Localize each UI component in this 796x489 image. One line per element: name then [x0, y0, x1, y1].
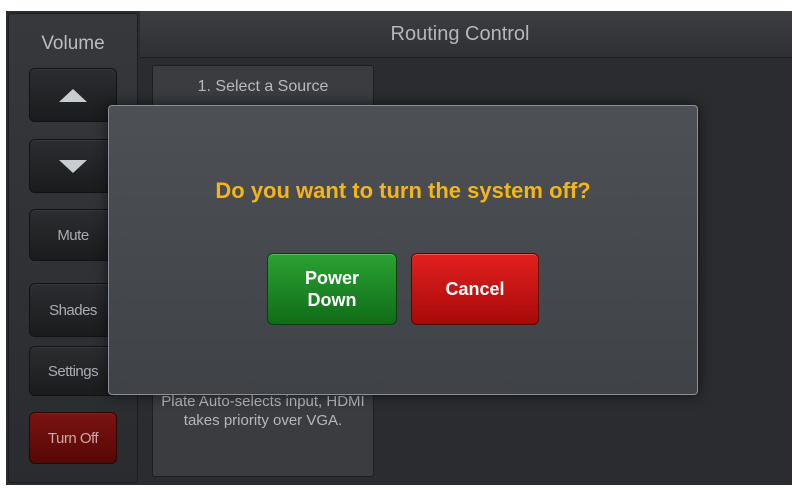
page-title: Routing Control [390, 23, 530, 45]
turn-off-button[interactable]: Turn Off [29, 412, 117, 464]
power-down-button[interactable]: Power Down [267, 253, 397, 325]
power-down-label: Power Down [304, 268, 360, 310]
volume-down-button[interactable] [29, 139, 117, 193]
turn-off-label: Turn Off [47, 429, 99, 447]
sidebar-title: Volume [41, 33, 105, 54]
settings-label: Settings [47, 362, 99, 380]
settings-button[interactable]: Settings [29, 346, 117, 396]
shades-button[interactable]: Shades [29, 283, 117, 337]
dialog-question: Do you want to turn the system off? [215, 178, 591, 203]
mute-button[interactable]: Mute [29, 209, 117, 261]
volume-up-button[interactable] [29, 68, 117, 122]
source-panel-title: 1. Select a Source [197, 78, 329, 95]
header-bar: Routing Control [140, 11, 792, 58]
cancel-button[interactable]: Cancel [411, 253, 539, 325]
mute-label: Mute [57, 226, 89, 244]
cancel-label: Cancel [445, 279, 505, 299]
power-off-dialog: Do you want to turn the system off? Powe… [108, 105, 698, 395]
volume-up-icon [59, 88, 87, 102]
touch-panel-screen: Volume Mute Shades Settings Turn Off Rou… [6, 11, 792, 485]
source-panel-note: Plate Auto-selects input, HDMI takes pri… [161, 393, 365, 429]
shades-label: Shades [49, 301, 97, 319]
volume-down-icon [59, 159, 87, 173]
